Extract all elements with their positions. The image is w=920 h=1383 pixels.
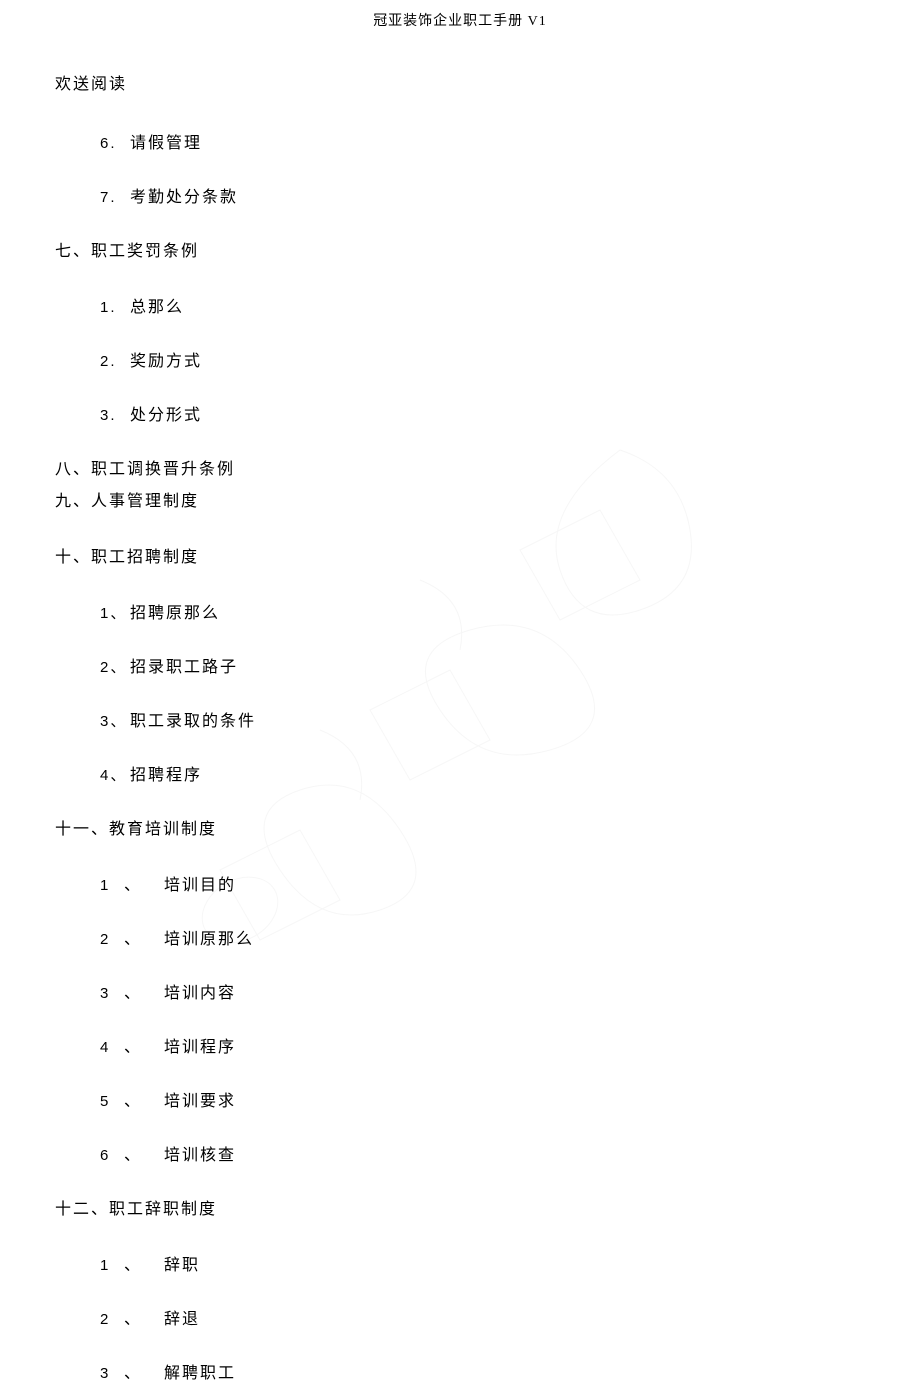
item-separator: 、 <box>124 1141 164 1165</box>
item-number: 4、 <box>100 764 130 785</box>
item-number: 6. <box>100 135 130 152</box>
toc-sub-item: 3.处分形式 <box>100 401 865 425</box>
toc-sub-item: 3、解聘职工 <box>100 1359 865 1383</box>
item-text: 培训原那么 <box>164 931 254 948</box>
item-text: 请假管理 <box>130 135 202 152</box>
item-number: 3. <box>100 407 130 424</box>
item-text: 培训内容 <box>164 985 236 1002</box>
toc-sub-item: 2、招录职工路子 <box>100 653 865 677</box>
toc-sub-item: 1、招聘原那么 <box>100 599 865 623</box>
item-number: 3、 <box>100 710 130 731</box>
toc-sub-item: 2、培训原那么 <box>100 925 865 949</box>
item-separator: 、 <box>124 925 164 949</box>
item-number: 1 <box>100 1257 124 1274</box>
toc-sub-item: 5、培训要求 <box>100 1087 865 1111</box>
item-text: 处分形式 <box>130 407 202 424</box>
toc-sub-item: 2、辞退 <box>100 1305 865 1329</box>
toc-sub-item: 6、培训核查 <box>100 1141 865 1165</box>
item-text: 职工录取的条件 <box>130 713 256 730</box>
item-text: 总那么 <box>130 299 184 316</box>
item-text: 招录职工路子 <box>130 659 238 676</box>
section-title: 八、职工调换晋升条例 <box>55 455 865 479</box>
item-number: 2、 <box>100 656 130 677</box>
item-number: 6 <box>100 1147 124 1164</box>
item-separator: 、 <box>124 979 164 1003</box>
item-text: 考勤处分条款 <box>130 189 238 206</box>
item-separator: 、 <box>124 1251 164 1275</box>
toc-sub-item: 1.总那么 <box>100 293 865 317</box>
toc-sub-item: 1、辞职 <box>100 1251 865 1275</box>
section-title: 十一、教育培训制度 <box>55 815 865 839</box>
toc-sub-item: 3、培训内容 <box>100 979 865 1003</box>
section-title: 十、职工招聘制度 <box>55 543 865 567</box>
item-number: 5 <box>100 1093 124 1110</box>
toc-sub-item: 2.奖励方式 <box>100 347 865 371</box>
item-separator: 、 <box>124 1359 164 1383</box>
item-text: 解聘职工 <box>164 1365 236 1382</box>
item-text: 奖励方式 <box>130 353 202 370</box>
item-text: 辞退 <box>164 1311 200 1328</box>
item-number: 3 <box>100 1365 124 1382</box>
toc-sub-item: 7.考勤处分条款 <box>100 183 865 207</box>
item-text: 培训要求 <box>164 1093 236 1110</box>
item-number: 7. <box>100 189 130 206</box>
item-text: 培训目的 <box>164 877 236 894</box>
item-number: 2 <box>100 1311 124 1328</box>
item-separator: 、 <box>124 1033 164 1057</box>
item-separator: 、 <box>124 871 164 895</box>
toc-sub-item: 4、培训程序 <box>100 1033 865 1057</box>
item-number: 1、 <box>100 602 130 623</box>
item-number: 1 <box>100 877 124 894</box>
item-number: 2. <box>100 353 130 370</box>
toc-sub-item: 3、职工录取的条件 <box>100 707 865 731</box>
item-number: 3 <box>100 985 124 1002</box>
toc-sub-item: 6.请假管理 <box>100 129 865 153</box>
toc-sub-item: 1、培训目的 <box>100 871 865 895</box>
item-number: 4 <box>100 1039 124 1056</box>
section-title: 七、职工奖罚条例 <box>55 237 865 261</box>
item-text: 培训核查 <box>164 1147 236 1164</box>
item-number: 2 <box>100 931 124 948</box>
item-number: 1. <box>100 299 130 316</box>
intro-text: 欢送阅读 <box>55 70 865 94</box>
item-separator: 、 <box>124 1305 164 1329</box>
page-header: 冠亚装饰企业职工手册 V1 <box>55 10 865 30</box>
section-title: 十二、职工辞职制度 <box>55 1195 865 1219</box>
item-text: 辞职 <box>164 1257 200 1274</box>
toc-sub-item: 4、招聘程序 <box>100 761 865 785</box>
item-text: 招聘原那么 <box>130 605 220 622</box>
section-title: 九、人事管理制度 <box>55 487 865 511</box>
item-text: 招聘程序 <box>130 767 202 784</box>
item-text: 培训程序 <box>164 1039 236 1056</box>
item-separator: 、 <box>124 1087 164 1111</box>
